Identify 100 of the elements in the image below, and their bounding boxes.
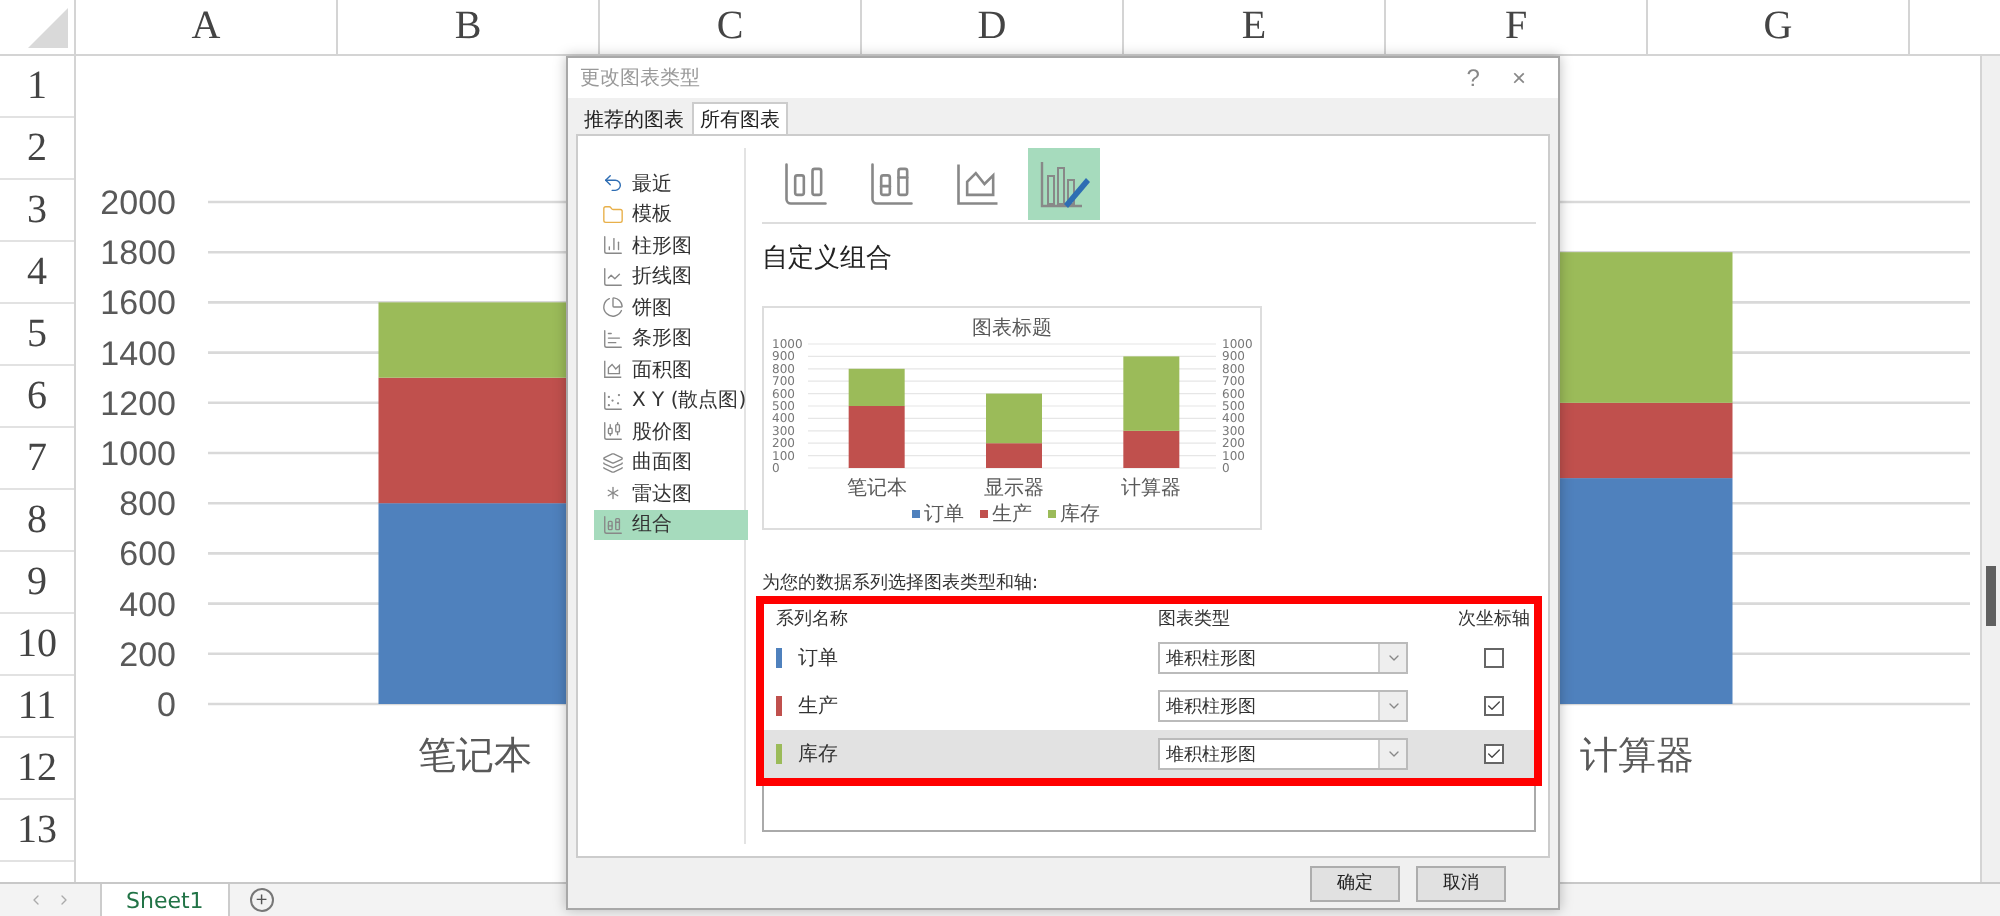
row-header[interactable]: 13 [0,800,74,862]
series-name: 库存 [798,741,838,768]
chart-type-item[interactable]: 组合 [594,509,748,540]
chart-type-item[interactable]: 模板 [594,199,748,230]
column-heading: 次坐标轴 [1458,607,1530,632]
row-header[interactable]: 1 [0,56,74,118]
row-header[interactable]: 8 [0,490,74,552]
chart-type-item[interactable]: 最近 [594,168,748,199]
chart-type-item[interactable]: 曲面图 [594,447,748,478]
chart-type-dropdown[interactable]: 堆积柱形图 [1158,738,1408,770]
chart-type-item[interactable]: 柱形图 [594,230,748,261]
stacked-column-icon [866,158,918,210]
column-header[interactable]: C [600,0,862,54]
tab[interactable]: 推荐的图表 [576,102,692,134]
row-header[interactable]: 11 [0,676,74,738]
chart-type-dropdown[interactable]: 堆积柱形图 [1158,642,1408,674]
row-header[interactable]: 9 [0,552,74,614]
close-button[interactable]: × [1495,64,1542,92]
y-tick-label: 1200 [100,384,176,423]
column-header[interactable]: G [1648,0,1910,54]
chart-type-item[interactable]: 折线图 [594,261,748,292]
chart-type-item[interactable]: 雷达图 [594,478,748,509]
check-icon [1486,698,1502,714]
chart-type-item[interactable]: 条形图 [594,323,748,354]
column-header[interactable]: F [1386,0,1648,54]
scroll-right-icon[interactable] [56,892,72,908]
section-heading: 自定义组合 [762,242,894,276]
asterisk-icon [602,482,624,505]
column-header[interactable]: A [76,0,338,54]
series-row[interactable]: 生产 堆积柱形图 [764,682,1534,730]
ok-button[interactable]: 确定 [1310,865,1400,901]
folder-icon [602,203,624,226]
legend-label: 库存 [1060,504,1100,526]
y-tick-label: 1000 [100,435,176,473]
candlestick-chart-icon [602,420,624,443]
y-tick-label: 1600 [100,284,176,323]
y-tick-label: 400 [119,585,176,624]
column-heading: 系列名称 [776,607,848,632]
scatter-chart-icon [602,389,624,412]
secondary-axis-checkbox[interactable] [1484,744,1504,764]
secondary-axis-checkbox[interactable] [1484,648,1504,668]
chart-type-dropdown[interactable]: 堆积柱形图 [1158,690,1408,722]
column-chart-icon [780,158,832,210]
category-label: 显示器 [984,478,1044,500]
scroll-left-icon[interactable] [28,892,44,908]
chart-type-item[interactable]: 饼图 [594,292,748,323]
stacked-column-icon [602,513,624,536]
column-pen-icon [1036,156,1092,212]
column-heading: 图表类型 [1158,607,1230,632]
layers-icon [602,451,624,474]
y-tick-label: 600 [119,535,176,574]
secondary-axis-checkbox[interactable] [1484,696,1504,716]
help-button[interactable]: ? [1450,64,1496,92]
row-header[interactable]: 4 [0,242,74,304]
series-row[interactable]: 订单 堆积柱形图 [764,634,1534,682]
cancel-button[interactable]: 取消 [1416,865,1506,901]
y-tick-label: 1800 [100,234,176,273]
legend-label: 订单 [924,504,964,526]
series-name: 订单 [798,645,838,672]
tab[interactable]: 所有图表 [692,102,788,134]
caret-icon [1385,698,1401,714]
legend-label: 生产 [992,504,1032,526]
row-header[interactable]: 2 [0,118,74,180]
row-header[interactable]: 3 [0,180,74,242]
add-sheet-button[interactable]: + [249,888,274,912]
chart-type-item[interactable]: 面积图 [594,354,748,385]
chart-title: 图表标题 [972,318,1052,340]
sheet-tab[interactable]: Sheet1 [100,884,230,916]
y-tick-label: 0 [157,686,176,724]
y-tick-label: 800 [119,485,176,524]
undo-icon [602,172,624,195]
series-row[interactable]: 库存 堆积柱形图 [764,730,1534,778]
area-chart-icon [602,358,624,381]
column-header[interactable]: E [1124,0,1386,54]
y-tick-label: 200 [119,635,176,674]
pie-chart-icon [602,296,624,319]
check-icon [1486,746,1502,762]
chart-type-item[interactable]: X Y (散点图) [594,385,748,416]
vertical-scrollbar[interactable] [1980,56,2000,882]
row-header[interactable]: 10 [0,614,74,676]
caret-icon [1385,746,1401,762]
category-label: 笔记本 [846,478,907,500]
series-name: 生产 [798,693,838,720]
line-chart-icon [602,265,624,288]
column-header[interactable]: D [862,0,1124,54]
row-header[interactable]: 6 [0,366,74,428]
category-label: 计算器 [1579,734,1694,778]
category-label: 计算器 [1121,478,1182,500]
bar-chart-icon [602,327,624,350]
y-tick-label: 1400 [100,334,176,373]
instruction-text: 为您的数据系列选择图表类型和轴: [762,571,1041,596]
row-header[interactable]: 7 [0,428,74,490]
category-label: 笔记本 [417,734,532,778]
y-tick-label: 2000 [100,184,176,222]
caret-icon [1385,650,1401,666]
chart-type-item[interactable]: 股价图 [594,416,748,447]
chart-subtype-button[interactable] [1028,148,1100,220]
row-header[interactable]: 12 [0,738,74,800]
column-header[interactable]: B [338,0,600,54]
row-header[interactable]: 5 [0,304,74,366]
